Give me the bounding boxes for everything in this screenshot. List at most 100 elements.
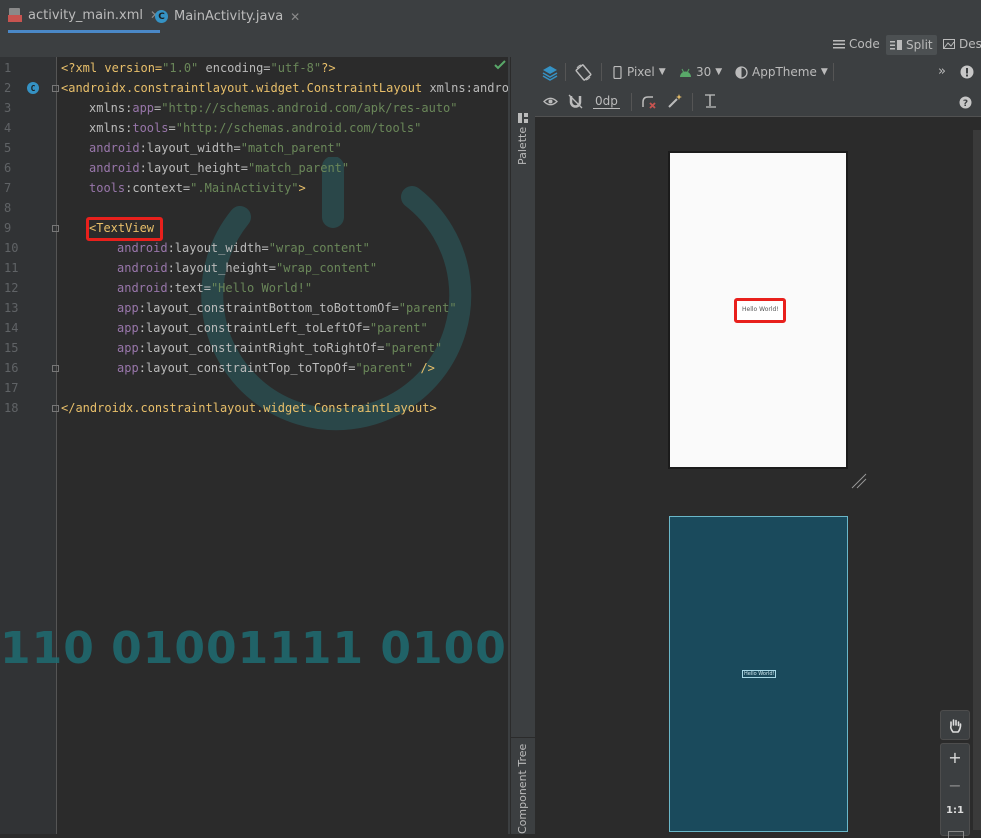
vertical-scrollbar[interactable] (973, 130, 981, 830)
code-line: app:layout_constraintBottom_toBottomOf="… (117, 301, 457, 315)
design-toolbar-top: Pixel ▼ 30 ▼ AppTheme ▼ » (535, 57, 981, 89)
fold-marker-icon[interactable] (52, 365, 59, 372)
resize-handle-icon[interactable] (850, 472, 868, 490)
textview-highlight-box (86, 217, 163, 241)
preview-textview-highlight[interactable]: Hello World! (734, 298, 786, 323)
code-line: xmlns:app="http://schemas.android.com/ap… (89, 101, 458, 115)
fold-marker-icon[interactable] (52, 225, 59, 232)
no-problems-check-icon (494, 60, 506, 70)
code-line: android:layout_height="wrap_content" (117, 261, 378, 275)
theme-select[interactable]: AppTheme ▼ (735, 65, 828, 79)
design-mode-button[interactable]: Des (943, 37, 981, 51)
code-editor[interactable]: 1 2 3 4 5 6 7 8 9 10 11 12 13 14 15 16 1… (0, 57, 523, 834)
layers-icon[interactable] (542, 65, 558, 81)
component-tree-tab[interactable]: Component Tree (516, 744, 529, 834)
line-number: 10 (4, 241, 19, 255)
code-mode-button[interactable]: Code (833, 37, 880, 51)
line-number: 9 (4, 221, 12, 235)
blueprint-screen[interactable]: Hello World! (669, 516, 848, 832)
clear-constraints-icon[interactable] (641, 94, 657, 109)
tab-label: MainActivity.java (174, 9, 284, 24)
line-number: 15 (4, 341, 19, 355)
design-mode-label: Des (959, 37, 981, 51)
infer-constraints-wand-icon[interactable] (667, 93, 683, 109)
zoom-actual-size-button[interactable]: 1:1 (941, 805, 969, 816)
tab-main-activity-java[interactable]: C MainActivity.java ✕ (155, 0, 300, 33)
chevron-down-icon: ▼ (715, 67, 723, 77)
api-level-select[interactable]: 30 ▼ (679, 65, 722, 79)
fold-marker-icon[interactable] (52, 85, 59, 92)
theme-label: AppTheme (752, 65, 817, 79)
default-margin-select[interactable]: 0dp (593, 94, 620, 109)
design-mode-icon (943, 39, 955, 49)
code-line: tools:context=".MainActivity"> (89, 181, 306, 195)
design-toolbar-bottom: 0dp ? (535, 88, 981, 117)
palette-tab[interactable]: Palette (516, 127, 529, 165)
line-number: 6 (4, 161, 12, 175)
guidelines-icon[interactable] (703, 93, 717, 109)
default-margin-label: 0dp (593, 94, 620, 109)
line-number: 5 (4, 141, 12, 155)
code-line: <?xml version="1.0" encoding="utf-8"?> (61, 61, 336, 75)
line-number: 4 (4, 121, 12, 135)
code-line: </androidx.constraintlayout.widget.Const… (61, 401, 437, 415)
blueprint-textview-label: Hello World! (744, 671, 775, 677)
chevron-down-icon: ▼ (658, 67, 666, 77)
device-select[interactable]: Pixel ▼ (613, 65, 666, 79)
hand-icon (949, 718, 962, 733)
zoom-fit-icon[interactable] (948, 831, 964, 838)
toolbar-separator (565, 63, 566, 81)
line-number: 2 (4, 81, 12, 95)
line-number: 17 (4, 381, 19, 395)
line-number: 13 (4, 301, 19, 315)
palette-strip: Palette Component Tree (510, 57, 536, 834)
orientation-icon[interactable] (575, 64, 592, 81)
zoom-in-button[interactable]: + (941, 748, 969, 767)
close-icon[interactable]: ✕ (290, 10, 300, 24)
code-line: app:layout_constraintTop_toTopOf="parent… (117, 361, 435, 375)
chevron-down-icon: ▼ (820, 67, 828, 77)
line-number: 7 (4, 181, 12, 195)
line-number: 16 (4, 361, 19, 375)
split-mode-icon (890, 40, 902, 50)
blueprint-textview[interactable]: Hello World! (742, 670, 776, 678)
line-number: 11 (4, 261, 19, 275)
pan-hand-button[interactable] (940, 710, 970, 740)
code-line: android:layout_height="match_parent" (89, 161, 350, 175)
svg-text:?: ? (963, 99, 968, 109)
tab-activity-main-xml[interactable]: activity_main.xml ✕ (8, 0, 161, 33)
line-number: 12 (4, 281, 19, 295)
line-number: 14 (4, 321, 19, 335)
device-label: Pixel (627, 65, 655, 79)
strip-divider (511, 737, 536, 738)
code-line: xmlns:tools="http://schemas.android.com/… (89, 121, 422, 135)
code-line: <androidx.constraintlayout.widget.Constr… (61, 81, 524, 95)
api-level-label: 30 (696, 65, 712, 79)
zoom-controls: + − 1:1 (940, 743, 970, 838)
code-mode-label: Code (849, 37, 880, 51)
toolbar-separator (631, 93, 632, 111)
class-gutter-icon[interactable]: C (27, 82, 39, 94)
line-number: 1 (4, 61, 12, 75)
split-mode-button[interactable]: Split (886, 35, 937, 55)
more-options-icon[interactable]: » (938, 64, 946, 79)
design-preview-screen[interactable]: Hello World! (668, 151, 848, 469)
code-line: app:layout_constraintRight_toRightOf="pa… (117, 341, 443, 355)
palette-icon (518, 113, 528, 123)
code-line: app:layout_constraintLeft_toLeftOf="pare… (117, 321, 428, 335)
editor-tab-bar: activity_main.xml ✕ C MainActivity.java … (0, 0, 981, 34)
class-icon: C (155, 10, 168, 23)
split-mode-label: Split (906, 38, 933, 52)
tab-label: activity_main.xml (28, 7, 144, 23)
view-mode-bar: Code Split Des (0, 33, 981, 57)
autoconnect-magnet-icon[interactable] (568, 94, 583, 109)
xml-file-icon (8, 8, 22, 22)
fold-marker-icon[interactable] (52, 405, 59, 412)
code-mode-icon (833, 40, 845, 49)
view-options-eye-icon[interactable] (543, 96, 558, 107)
preview-textview: Hello World! (742, 306, 779, 313)
warning-icon[interactable] (960, 65, 974, 79)
zoom-out-button[interactable]: − (941, 776, 969, 795)
help-icon[interactable]: ? (959, 96, 972, 109)
toolbar-separator (833, 63, 834, 81)
